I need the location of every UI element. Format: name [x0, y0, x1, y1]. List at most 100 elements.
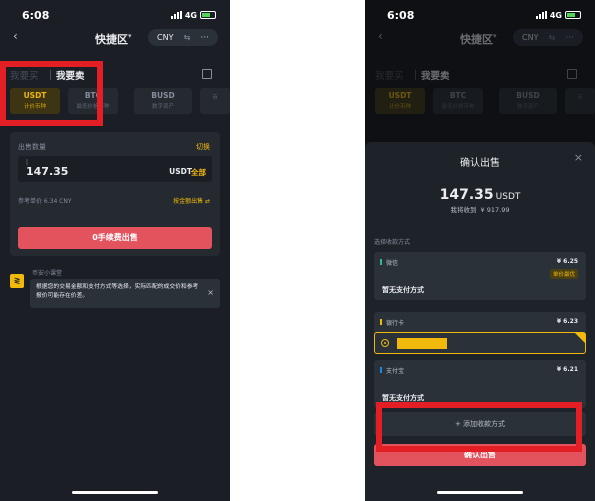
coin-symbol: BTC: [449, 91, 467, 100]
signal-icon: [170, 11, 182, 19]
method-price: ¥ 6.25: [556, 258, 578, 265]
coin-tab-btc: BTC 最低价格币种: [433, 88, 483, 114]
payment-method-wechat[interactable]: 微信 ¥ 6.25 单价最优 暂无支付方式: [374, 252, 586, 300]
redacted-account: [397, 338, 447, 349]
method-status: 暂无支付方式: [382, 286, 424, 294]
coin-tab-more: 币: [565, 88, 595, 114]
back-icon[interactable]: ‹: [13, 29, 18, 43]
sheet-title: 确认出售: [460, 158, 500, 169]
chevron-down-icon: ▾: [493, 32, 497, 40]
tab-divider: [50, 70, 51, 80]
coin-tabs: USDT 计价币种 BTC 最低价格币种 BUSD 数字资产 币: [375, 88, 595, 114]
amount-input[interactable]: | 147.35 USDT 全部: [18, 156, 212, 182]
coin-subtitle: 数字资产: [151, 104, 174, 110]
swap-icon: ⇆: [183, 33, 191, 42]
tips-title: 币安小课堂: [32, 270, 63, 277]
sell-card: 出售数量 切换 | 147.35 USDT 全部 参考单价 6.34 CNY 按…: [10, 132, 220, 256]
method-color-bar: [380, 367, 382, 373]
tab-buy[interactable]: 我要买: [10, 68, 39, 82]
radio-selected-icon: [381, 339, 389, 347]
tips-text: 根据您的交易金额和支付方式等选择，实际匹配的成交价和参考报价可能存在价差。: [36, 284, 199, 299]
home-indicator[interactable]: [72, 491, 158, 494]
trade-side-tabs: 我要买 我要卖: [10, 68, 220, 82]
sell-amount-value: 147.35: [439, 187, 494, 203]
method-name: 微信: [386, 260, 399, 267]
confirm-sell-sheet: 确认出售 × 147.35 USDT 我将收到 ¥ 917.99 选择收款方式 微信…: [365, 142, 595, 501]
chevron-down-icon[interactable]: ▾: [128, 32, 132, 40]
currency-label: CNY: [157, 33, 174, 42]
sell-amount-currency: USDT: [495, 192, 521, 202]
switch-link[interactable]: 切换: [196, 142, 210, 152]
receive-label: 我将收到: [450, 206, 477, 214]
nav-bar: ‹ 快捷区 ▾ CNY ⇆ ···: [0, 27, 230, 49]
coin-subtitle: 计价币种: [388, 104, 411, 110]
best-price-badge: 单价最优: [549, 269, 578, 279]
method-color-bar: [380, 319, 382, 325]
method-color-bar: [380, 259, 382, 265]
tab-divider: [415, 70, 416, 80]
method-status: 暂无支付方式: [382, 394, 424, 402]
method-price: ¥ 6.23: [556, 318, 578, 325]
network-label: 4G: [184, 10, 197, 20]
method-name: 支付宝: [386, 368, 405, 375]
coin-subtitle: 计价币种: [23, 104, 46, 110]
signal-icon: [535, 11, 547, 19]
page-title[interactable]: 快捷区: [95, 31, 128, 47]
more-icon: ···: [565, 32, 574, 43]
coin-subtitle: 数字资产: [516, 104, 539, 110]
tab-sell[interactable]: 我要卖: [56, 68, 85, 82]
coin-tab-busd[interactable]: BUSD 数字资产: [134, 88, 192, 114]
status-icons: 4G: [170, 10, 216, 20]
reference-price: 参考单价 6.34 CNY: [18, 198, 72, 205]
coin-tab-btc[interactable]: BTC 最低价格币种: [68, 88, 118, 114]
tips-bubble: 根据您的交易金额和支付方式等选择，实际匹配的成交价和参考报价可能存在价差。 ×: [30, 279, 220, 308]
phone-right: 6:08 4G ‹ 快捷区 ▾ CNY ⇆ ··· 我要买 我要卖 USDT 计…: [365, 0, 595, 501]
coin-tabs: USDT 计价币种 BTC 最低价格币种 BUSD 数字资产 币: [10, 88, 230, 114]
coin-symbol: USDT: [23, 91, 47, 100]
receive-value: ¥ 917.99: [480, 206, 510, 214]
receive-amount: 我将收到 ¥ 917.99: [365, 204, 595, 214]
status-bar: 6:08 4G: [365, 0, 595, 30]
trade-side-tabs: 我要买 我要卖: [375, 68, 585, 82]
currency-selector[interactable]: CNY ⇆ ···: [148, 29, 218, 46]
battery-icon: [200, 11, 216, 19]
coin-tab-usdt: USDT 计价币种: [375, 88, 425, 114]
status-icons: 4G: [535, 10, 581, 20]
status-bar: 6:08 4G: [0, 0, 230, 30]
amount-unit: USDT: [169, 167, 192, 176]
network-label: 4G: [549, 10, 562, 20]
coin-tab-more[interactable]: 币: [200, 88, 230, 114]
amount-value: 147.35: [26, 165, 69, 178]
page-title: 快捷区: [460, 33, 493, 46]
payment-method-alipay[interactable]: 支付宝 ¥ 6.21 暂无支付方式: [374, 360, 586, 408]
selected-corner-icon: [575, 333, 585, 343]
bank-account-option[interactable]: [374, 332, 586, 354]
more-icon[interactable]: ···: [200, 33, 209, 43]
method-price: ¥ 6.21: [556, 366, 578, 373]
method-name: 银行卡: [386, 320, 405, 327]
coin-subtitle: 币: [577, 95, 583, 101]
coin-symbol: BTC: [84, 91, 102, 100]
coin-tab-busd: BUSD 数字资产: [499, 88, 557, 114]
coin-tab-usdt[interactable]: USDT 计价币种: [10, 88, 60, 114]
filter-icon[interactable]: [202, 69, 212, 79]
back-icon: ‹: [378, 29, 383, 43]
home-indicator[interactable]: [437, 491, 523, 494]
confirm-sell-button[interactable]: 确认出售: [374, 444, 586, 466]
coin-subtitle: 最低价格币种: [441, 104, 475, 110]
close-icon[interactable]: ×: [574, 151, 583, 164]
swap-icon: ⇆: [548, 33, 556, 42]
sell-amount: 147.35 USDT: [365, 184, 595, 203]
close-icon[interactable]: ×: [207, 288, 214, 297]
coin-symbol: BUSD: [151, 91, 175, 100]
tab-sell: 我要卖: [421, 71, 450, 82]
add-payment-method-button[interactable]: + 添加收款方式: [374, 412, 586, 436]
coin-subtitle: 最低价格币种: [76, 104, 110, 110]
battery-icon: [565, 11, 581, 19]
nav-bar: ‹ 快捷区 ▾ CNY ⇆ ···: [365, 27, 595, 49]
currency-selector: CNY ⇆ ···: [513, 29, 583, 46]
sell-by-amount-toggle[interactable]: 按金额出售 ⇄: [173, 196, 210, 205]
payment-method-label: 选择收款方式: [374, 239, 411, 246]
all-button[interactable]: 全部: [191, 167, 206, 178]
sell-button[interactable]: 0手续费出售: [18, 227, 212, 249]
